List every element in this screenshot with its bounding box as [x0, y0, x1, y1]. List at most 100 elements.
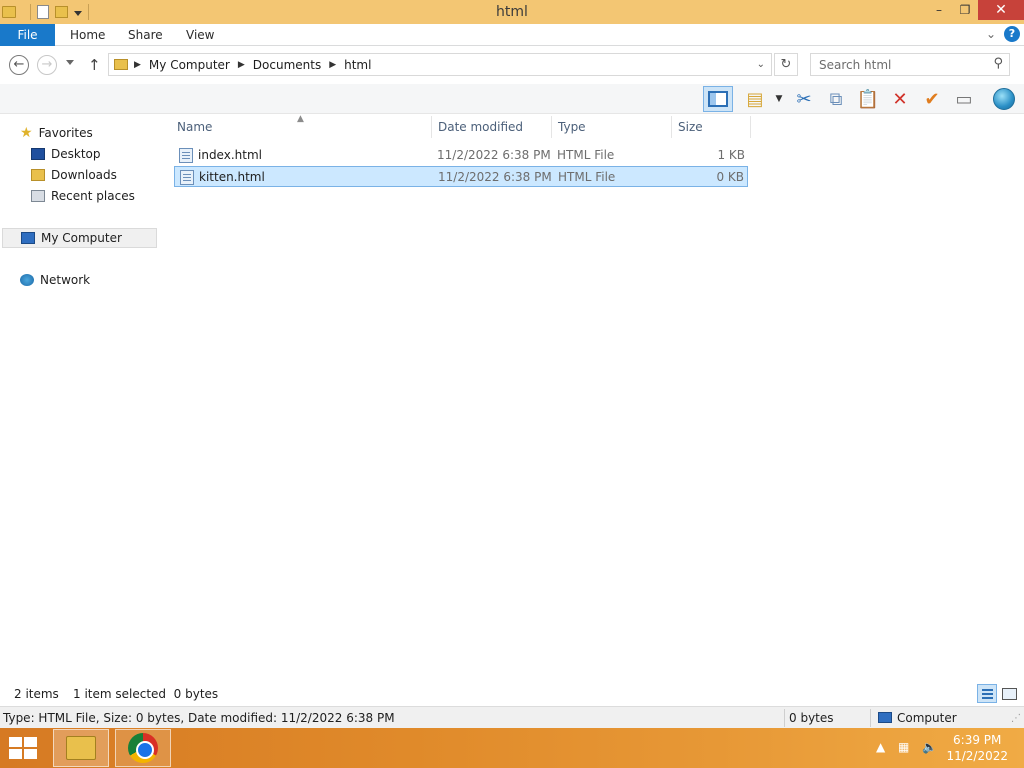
sidebar-item-label: My Computer [41, 231, 122, 245]
file-type: HTML File [558, 170, 616, 184]
clock-time: 6:39 PM [953, 733, 1002, 747]
recent-places-icon [31, 190, 45, 202]
details-location: Computer [897, 711, 957, 725]
breadcrumb-separator[interactable]: ▶ [134, 60, 141, 70]
details-bar: Type: HTML File, Size: 0 bytes, Date mod… [0, 706, 1024, 728]
dropdown-caret-icon[interactable]: ▼ [772, 86, 786, 112]
rename-icon[interactable]: ▭ [951, 86, 977, 112]
folder-icon [114, 59, 128, 70]
maximize-button[interactable]: ❐ [952, 0, 978, 20]
chevron-down-icon[interactable]: ⌄ [986, 27, 996, 41]
sidebar-item-my-computer[interactable]: My Computer [2, 228, 157, 248]
forward-button[interactable]: → [37, 55, 57, 75]
details-separator [870, 709, 871, 727]
html-file-icon [180, 170, 194, 185]
breadcrumb-html[interactable]: html [344, 58, 371, 72]
cut-icon[interactable]: ✂ [792, 86, 816, 112]
refresh-button[interactable]: ↻ [774, 53, 798, 76]
file-type: HTML File [557, 148, 615, 162]
recent-locations-button[interactable] [66, 60, 74, 65]
tab-home[interactable]: Home [70, 24, 105, 46]
search-placeholder: Search html [819, 57, 892, 72]
network-tray-icon[interactable]: ▦ [898, 740, 909, 754]
system-clock[interactable]: 6:39 PM 11/2/2022 [946, 732, 1008, 764]
tab-view[interactable]: View [186, 24, 214, 46]
navigation-pane: ★ Favorites Desktop Downloads Recent pla… [0, 114, 158, 681]
ribbon-tabs: File Home Share View ⌄ ? [0, 24, 1024, 46]
resize-grip-icon[interactable]: ⋰ [1011, 713, 1021, 724]
chrome-icon [128, 733, 158, 763]
sidebar-item-network[interactable]: Network [20, 270, 90, 290]
copy-icon[interactable]: ⧉ [824, 86, 848, 112]
file-name: kitten.html [199, 170, 265, 184]
network-icon [20, 274, 34, 286]
details-view-button[interactable] [977, 684, 997, 703]
select-folder-icon[interactable]: ▤ [742, 86, 768, 112]
show-hidden-icons-icon[interactable]: ▲ [876, 740, 885, 754]
file-date-modified: 11/2/2022 6:38 PM [437, 148, 551, 162]
column-header-date-modified[interactable]: Date modified [438, 114, 523, 138]
large-icons-view-button[interactable] [999, 684, 1019, 703]
window-title: html [496, 4, 528, 20]
column-separator[interactable] [671, 116, 672, 138]
file-size: 0 KB [716, 170, 744, 184]
file-explorer-icon [66, 736, 96, 760]
sidebar-item-downloads[interactable]: Downloads [31, 165, 117, 185]
search-icon[interactable]: ⚲ [993, 56, 1003, 71]
clock-date: 11/2/2022 [946, 749, 1008, 763]
delete-icon[interactable]: ✕ [887, 86, 913, 112]
desktop-icon [31, 148, 45, 160]
downloads-icon [31, 169, 45, 181]
back-button[interactable]: ← [9, 55, 29, 75]
column-header-size[interactable]: Size [678, 114, 703, 138]
command-toolbar: ▤ ▼ ✂ ⧉ 📋 ✕ ✔ ▭ [0, 84, 1024, 114]
file-row[interactable]: index.html 11/2/2022 6:38 PM HTML File 1… [174, 145, 748, 166]
breadcrumb-separator[interactable]: ▶ [238, 60, 245, 70]
help-icon[interactable]: ? [1004, 26, 1020, 42]
taskbar-chrome[interactable] [115, 729, 171, 767]
breadcrumb-documents[interactable]: Documents [253, 58, 321, 72]
file-date-modified: 11/2/2022 6:38 PM [438, 170, 552, 184]
column-separator[interactable] [551, 116, 552, 138]
column-separator[interactable] [750, 116, 751, 138]
star-icon: ★ [20, 125, 33, 141]
breadcrumb-separator[interactable]: ▶ [329, 60, 336, 70]
item-count: 2 items [14, 687, 59, 701]
taskbar-file-explorer[interactable] [53, 729, 109, 767]
details-size: 0 bytes [789, 711, 834, 725]
globe-icon[interactable] [990, 86, 1018, 112]
file-row-selected[interactable]: kitten.html 11/2/2022 6:38 PM HTML File … [174, 166, 748, 187]
up-button[interactable]: ↑ [88, 56, 101, 74]
title-bar: html – ❐ ✕ [0, 0, 1024, 24]
column-separator[interactable] [431, 116, 432, 138]
sidebar-item-label: Network [40, 273, 91, 287]
sidebar-item-label: Recent places [51, 189, 135, 203]
checkmark-icon[interactable]: ✔ [919, 86, 945, 112]
address-dropdown-icon[interactable]: ⌄ [757, 59, 765, 70]
file-list: ▲ Name Date modified Type Size index.htm… [158, 114, 1024, 681]
file-size: 1 KB [717, 148, 745, 162]
sidebar-item-favorites[interactable]: ★ Favorites [20, 123, 93, 143]
start-button[interactable] [9, 737, 37, 759]
column-header-type[interactable]: Type [558, 114, 586, 138]
tab-file[interactable]: File [0, 24, 55, 46]
window-controls: – ❐ ✕ [926, 0, 1024, 20]
navigation-pane-button[interactable] [703, 86, 733, 112]
sidebar-item-label: Favorites [38, 126, 93, 140]
breadcrumb-my-computer[interactable]: My Computer [149, 58, 230, 72]
column-header-name[interactable]: Name [177, 114, 212, 138]
address-bar[interactable]: ▶ My Computer ▶ Documents ▶ html ⌄ [108, 53, 772, 76]
sidebar-item-label: Downloads [51, 168, 117, 182]
sidebar-item-recent-places[interactable]: Recent places [31, 186, 135, 206]
search-input[interactable]: Search html ⚲ [810, 53, 1010, 76]
html-file-icon [179, 148, 193, 163]
navigation-bar: ← → ↑ ▶ My Computer ▶ Documents ▶ html ⌄… [0, 47, 1024, 84]
minimize-button[interactable]: – [926, 0, 952, 20]
sidebar-item-desktop[interactable]: Desktop [31, 144, 101, 164]
tab-share[interactable]: Share [128, 24, 163, 46]
sort-ascending-icon: ▲ [297, 114, 304, 124]
paste-icon[interactable]: 📋 [855, 86, 881, 112]
volume-icon[interactable]: 🔈 [922, 740, 937, 754]
selection-info: 1 item selected 0 bytes [73, 687, 219, 701]
close-button[interactable]: ✕ [978, 0, 1024, 20]
